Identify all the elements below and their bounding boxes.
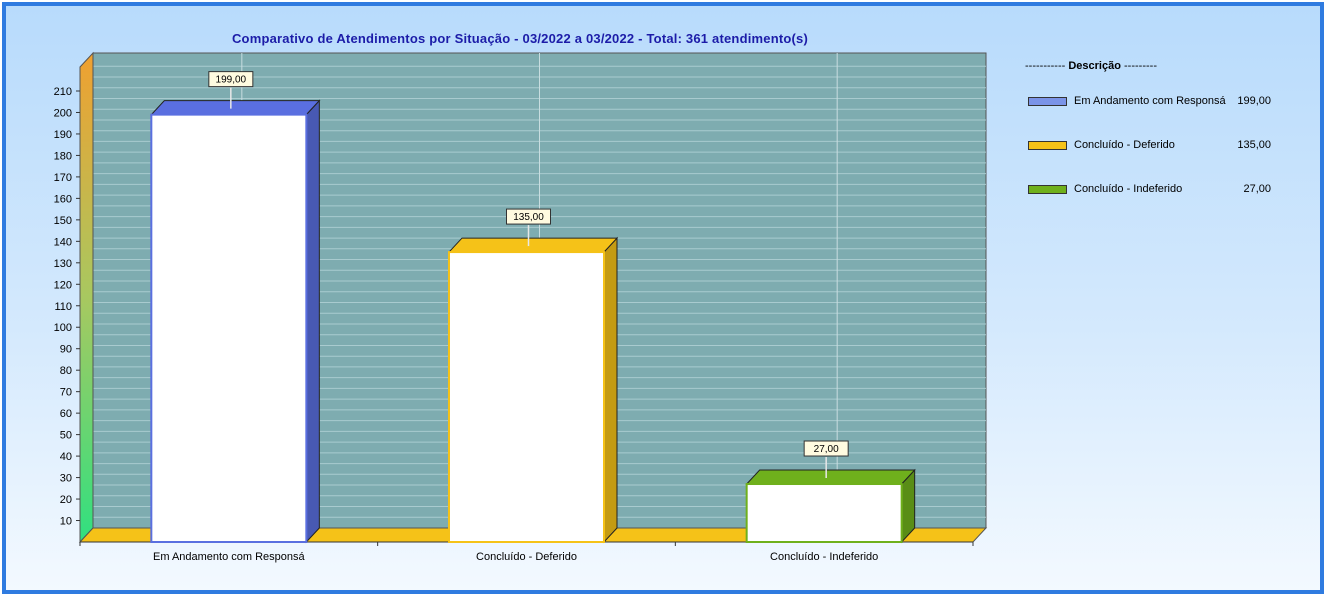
bar-top [150, 100, 321, 116]
bar-side [305, 99, 320, 544]
x-tick-label: Concluído - Deferido [476, 551, 577, 563]
legend-header-dashes-left: ----------- [1025, 60, 1066, 72]
legend-header-dashes-right: --------- [1124, 60, 1157, 72]
y-tick-label: 30 [60, 473, 72, 485]
y-tick-label: 10 [60, 516, 72, 528]
y-tick-label: 160 [54, 193, 72, 205]
y-tick-label: 210 [54, 86, 72, 98]
bar-side [603, 236, 618, 544]
data-label: 27,00 [814, 444, 839, 455]
legend-header-title: Descrição [1068, 60, 1121, 72]
y-tick-label: 80 [60, 365, 72, 377]
y-tick-label: 100 [54, 322, 72, 334]
y-tick-label: 190 [54, 129, 72, 141]
legend-label: Concluído - Deferido [1074, 139, 1175, 151]
bar-chart: 10 20 30 40 50 60 70 80 90 100 110 120 130 140 150 160 1… [54, 51, 988, 563]
bar-top [447, 237, 619, 253]
legend-value: 199,00 [1237, 95, 1271, 107]
x-tick-label: Em Andamento com Responsá [153, 551, 306, 563]
legend-item: Em Andamento com Responsá 199,00 [1025, 95, 1275, 109]
data-label: 135,00 [513, 212, 544, 223]
y-tick-label: 130 [54, 258, 72, 270]
y-tick-label: 180 [54, 150, 72, 162]
legend-value: 135,00 [1237, 139, 1271, 151]
bar-top [745, 469, 916, 485]
y-tick-label: 20 [60, 494, 72, 506]
y-tick-label: 90 [60, 344, 72, 356]
y-tick-label: 150 [54, 215, 72, 227]
y-tick-label: 60 [60, 408, 72, 420]
y-tick-label: 200 [54, 107, 72, 119]
legend-swatch [1028, 97, 1067, 106]
plot-side-wall [79, 51, 94, 544]
y-tick-label: 40 [60, 451, 72, 463]
y-tick-label: 140 [54, 236, 72, 248]
y-tick-label: 170 [54, 172, 72, 184]
x-tick-label: Concluído - Indeferido [770, 551, 878, 563]
legend-item: Concluído - Indeferido 27,00 [1025, 183, 1275, 197]
legend-swatch [1028, 185, 1067, 194]
y-tick-label: 110 [54, 301, 72, 313]
data-label: 199,00 [216, 75, 247, 86]
legend-value: 27,00 [1243, 183, 1271, 195]
bar [745, 483, 903, 543]
legend-label: Em Andamento com Responsá [1074, 95, 1226, 107]
legend-header: ----------- Descrição --------- [1025, 60, 1157, 72]
y-tick-label: 50 [60, 430, 72, 442]
bar [150, 113, 308, 543]
y-tick-label: 120 [54, 279, 72, 291]
bar [448, 251, 605, 543]
legend-item: Concluído - Deferido 135,00 [1025, 139, 1275, 153]
legend-swatch [1028, 141, 1067, 150]
y-tick-label: 70 [60, 387, 72, 399]
legend-label: Concluído - Indeferido [1074, 183, 1183, 195]
